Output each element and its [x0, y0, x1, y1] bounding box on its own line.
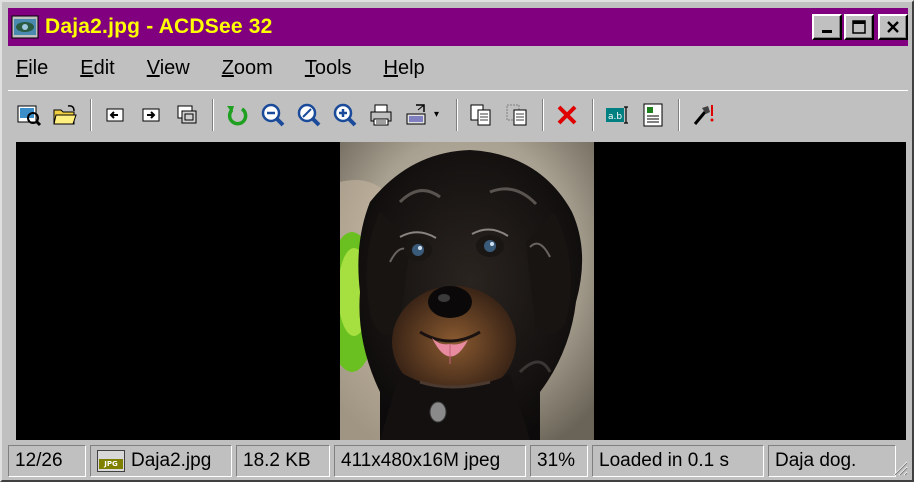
copy-button[interactable] — [466, 100, 496, 130]
zoom-out-button[interactable] — [258, 100, 288, 130]
properties-button[interactable] — [638, 100, 668, 130]
minimize-button[interactable] — [812, 14, 842, 40]
status-filename: Daja2.jpg — [131, 450, 212, 471]
browse-icon — [17, 105, 42, 126]
menu-zoom-mnemonic: Z — [221, 56, 234, 79]
zoom-in-icon — [333, 103, 357, 126]
print-button[interactable] — [366, 100, 396, 130]
rotate-icon — [227, 105, 248, 125]
status-load-time: Loaded in 0.1 s — [592, 445, 764, 477]
menu-help-mnemonic: H — [383, 56, 398, 79]
menu-file[interactable]: File — [12, 55, 52, 82]
window-title: Daja2.jpg - ACDSee 32 — [45, 15, 273, 38]
menu-bar: File Edit View Zoom Tools Help — [8, 50, 908, 86]
menu-file-rest: ile — [28, 56, 49, 79]
toolbar-separator — [542, 98, 544, 131]
minimize-icon — [822, 30, 832, 33]
svg-text:a.b: a.b — [608, 112, 622, 122]
slideshow-icon — [406, 103, 426, 124]
tools-icon — [693, 104, 714, 125]
menu-edit-rest: dit — [93, 56, 115, 79]
menu-view[interactable]: View — [143, 55, 194, 82]
menu-file-mnemonic: F — [16, 56, 29, 79]
paste-button[interactable] — [502, 100, 532, 130]
menu-tools-mnemonic: T — [304, 56, 315, 79]
next-icon — [142, 108, 160, 121]
copy-icon — [470, 104, 491, 125]
status-position: 12/26 — [8, 445, 86, 477]
rotate-button[interactable] — [222, 100, 252, 130]
browse-button[interactable] — [14, 100, 44, 130]
zoom-out-icon — [261, 103, 285, 126]
print-icon — [370, 104, 392, 125]
properties-icon — [643, 103, 663, 126]
slideshow-button[interactable] — [402, 100, 432, 130]
menu-edit[interactable]: Edit — [76, 55, 118, 82]
menu-tools-rest: ools — [314, 56, 352, 79]
toolbar: ▾ a.b — [8, 90, 908, 138]
toolbar-separator — [90, 98, 92, 131]
jpg-badge-label: JPG — [99, 459, 123, 469]
toolbar-separator — [212, 98, 214, 131]
menu-zoom[interactable]: Zoom — [218, 55, 277, 82]
status-zoom: 31% — [530, 445, 588, 477]
paste-icon — [506, 104, 527, 125]
menu-help[interactable]: Help — [380, 55, 429, 82]
menu-view-mnemonic: V — [146, 56, 160, 79]
title-bar[interactable]: Daja2.jpg - ACDSee 32 — [8, 8, 908, 46]
rename-button[interactable]: a.b — [602, 100, 632, 130]
maximize-icon — [852, 20, 866, 34]
maximize-button[interactable] — [844, 14, 874, 40]
full-screen-button[interactable] — [172, 100, 202, 130]
previous-icon — [106, 108, 124, 121]
status-description: Daja dog. — [768, 445, 896, 477]
menu-view-rest: iew — [159, 56, 190, 79]
full-screen-icon — [177, 105, 197, 123]
zoom-in-button[interactable] — [330, 100, 360, 130]
delete-icon — [557, 105, 577, 124]
close-icon — [887, 21, 899, 33]
close-button[interactable] — [878, 14, 908, 40]
zoom-fit-button[interactable] — [294, 100, 324, 130]
image-viewport[interactable] — [16, 142, 906, 440]
status-dimensions: 411x480x16M jpeg — [334, 445, 526, 477]
acdsee-app-icon[interactable] — [11, 14, 39, 40]
status-filename-panel: JPG Daja2.jpg — [90, 445, 232, 477]
menu-edit-mnemonic: E — [80, 56, 94, 79]
toolbar-separator — [678, 98, 680, 131]
open-folder-icon — [53, 104, 77, 124]
previous-button[interactable] — [100, 100, 130, 130]
menu-help-rest: elp — [397, 56, 425, 79]
slideshow-dropdown-arrow[interactable]: ▾ — [434, 109, 444, 120]
status-bar: 12/26 JPG Daja2.jpg 18.2 KB 411x480x16M … — [8, 444, 910, 478]
tools-button[interactable] — [688, 100, 718, 130]
menu-zoom-rest: oom — [233, 56, 273, 79]
status-filesize: 18.2 KB — [236, 445, 330, 477]
rename-icon: a.b — [606, 105, 628, 124]
next-button[interactable] — [136, 100, 166, 130]
jpg-file-icon: JPG — [97, 450, 125, 472]
dog-photo — [340, 142, 594, 440]
zoom-fit-icon — [297, 103, 321, 126]
delete-button[interactable] — [552, 100, 582, 130]
menu-tools[interactable]: Tools — [301, 55, 356, 82]
toolbar-separator — [592, 98, 594, 131]
acdsee-window: Daja2.jpg - ACDSee 32 File Edit View Zoo… — [0, 0, 914, 482]
open-button[interactable] — [50, 100, 80, 130]
window-controls — [810, 14, 908, 40]
toolbar-separator — [456, 98, 458, 131]
resize-grip-icon[interactable] — [890, 458, 908, 476]
